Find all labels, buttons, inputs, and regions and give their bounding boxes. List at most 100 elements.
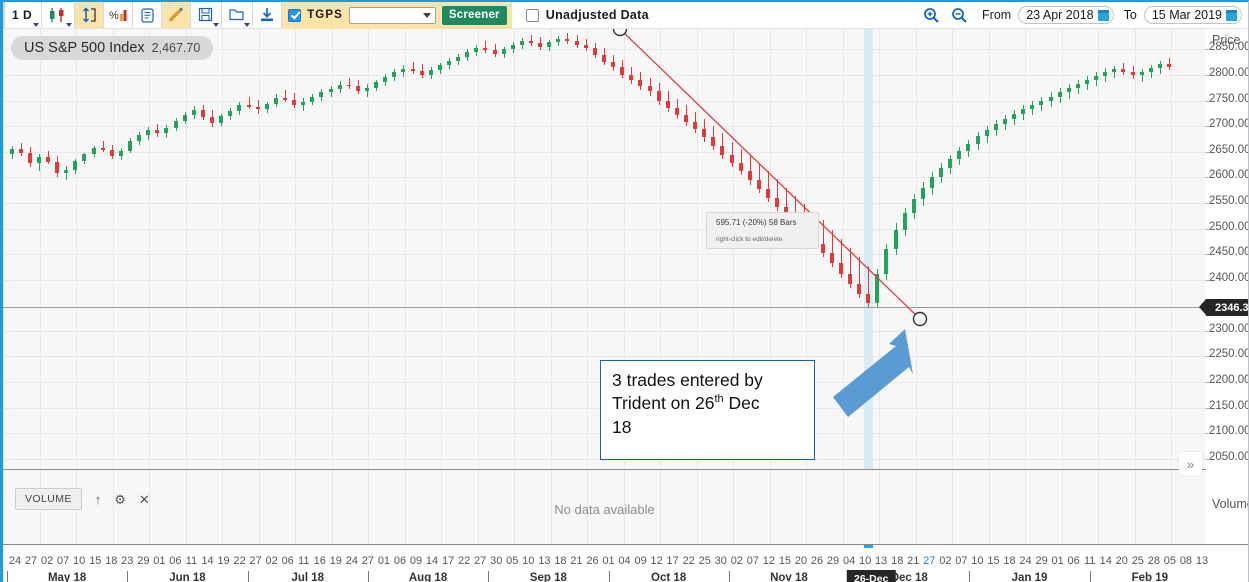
candle-body	[110, 150, 114, 157]
candle-body	[575, 40, 579, 46]
chart-type-selector[interactable]	[41, 2, 76, 28]
volume-tag[interactable]: VOLUME	[15, 488, 82, 510]
time-axis-separator	[728, 571, 730, 582]
volume-axis: Volume	[1206, 469, 1248, 544]
folder-open-icon	[229, 9, 244, 21]
close-icon[interactable]: ✕	[139, 493, 150, 506]
price-axis-tick-mark	[1206, 49, 1210, 51]
time-axis-day: 13	[1195, 555, 1209, 567]
chevron-down-icon	[213, 23, 220, 27]
time-axis-day: 24	[1019, 555, 1032, 567]
candle-body	[629, 75, 633, 81]
candle-body	[1112, 68, 1116, 72]
price-axis[interactable]: Price 2850.00 2800.00 2750.00 2700.00 2650.0…	[1199, 29, 1249, 469]
candle-body	[529, 41, 533, 44]
date-to-label: To	[1123, 8, 1137, 22]
candle-body	[55, 161, 59, 174]
candle-body	[720, 145, 724, 155]
floppy-save-icon	[199, 7, 213, 22]
candle-body	[884, 249, 888, 274]
candle-body	[1058, 92, 1062, 97]
tgps-checkbox[interactable]	[288, 8, 302, 22]
price-plot[interactable]: US S&P 500 Index 2,467.70 595.71 (-20%) …	[3, 29, 1206, 469]
screener-button[interactable]: Screener	[441, 5, 507, 25]
candle-body	[1131, 71, 1135, 76]
candle-body	[201, 110, 205, 117]
price-axis-tick-mark	[1206, 279, 1210, 281]
candle-wick	[349, 78, 350, 90]
candle-body	[766, 188, 770, 198]
time-axis-day: 22	[233, 555, 246, 567]
time-axis-day: 13	[538, 555, 551, 567]
measurement-tooltip[interactable]: 595.71 (-20%) 58 Bars right-click to edi…	[706, 212, 819, 249]
time-axis-separator	[1089, 571, 1091, 582]
calendar-icon[interactable]	[1097, 9, 1109, 21]
chart-title-pill[interactable]: US S&P 500 Index 2,467.70	[11, 36, 214, 60]
candle-body	[875, 273, 879, 304]
candle-body	[1021, 108, 1025, 114]
time-axis[interactable]: 24 27 02 07 10 15 18 23 29 01 06 11 14 19 22 27 02 06 11 16…	[3, 544, 1248, 582]
chevron-down-icon	[422, 12, 431, 18]
price-axis-tick-mark	[1206, 254, 1210, 256]
annotation-line3: 18	[612, 416, 632, 437]
date-to-field[interactable]: 15 Mar 2019	[1143, 6, 1242, 24]
candle-body	[356, 86, 360, 91]
time-axis-day: 14	[1099, 555, 1112, 567]
candle-body	[702, 129, 706, 138]
candle-body	[985, 130, 989, 137]
date-from-field[interactable]: 23 Apr 2018	[1018, 6, 1114, 24]
time-axis-day: 08	[1179, 555, 1193, 567]
time-axis-separator	[247, 571, 249, 582]
candle-wick	[249, 97, 250, 110]
percent-scale-button[interactable]: %	[103, 2, 134, 28]
price-axis-tick: 2750.00	[1209, 92, 1249, 105]
time-axis-day: 07	[746, 555, 759, 567]
candle-body	[511, 44, 515, 49]
candle-body	[611, 61, 615, 67]
time-axis-day: 27	[923, 555, 936, 567]
unadjusted-data-checkbox[interactable]	[525, 8, 539, 22]
time-axis-day: 11	[185, 555, 198, 567]
candle-body	[82, 154, 86, 161]
zoom-out-button[interactable]	[946, 3, 972, 27]
scale-settings-button[interactable]	[74, 2, 105, 28]
candle-body	[1085, 80, 1089, 85]
candle-body	[301, 101, 305, 105]
candle-body	[857, 283, 861, 294]
time-axis-day: 02	[265, 555, 278, 567]
open-button[interactable]	[221, 2, 254, 28]
toolbar-right-group: From 23 Apr 2018 To 15 Mar 2019	[918, 2, 1248, 29]
volume-panel[interactable]: VOLUME ↑ ⚙ ✕ No data available	[3, 469, 1206, 544]
time-axis-day: 02	[40, 555, 54, 567]
candle-body	[757, 180, 761, 189]
expand-right-button[interactable]: »	[1179, 452, 1202, 475]
tgps-dropdown[interactable]	[348, 6, 436, 24]
download-button[interactable]	[252, 2, 283, 28]
candle-body	[192, 110, 196, 115]
candle-body	[638, 80, 642, 86]
time-axis-separator	[7, 571, 8, 582]
candle-body	[283, 97, 287, 100]
candle-body	[1121, 68, 1125, 72]
draw-tool-button[interactable]	[161, 2, 192, 28]
zoom-in-button[interactable]	[918, 3, 944, 27]
svg-text:%: %	[109, 10, 119, 22]
annotation-callout[interactable]: 3 trades entered by Trident on 26th Dec …	[600, 360, 815, 460]
candle-body	[620, 66, 624, 76]
save-button[interactable]	[190, 2, 223, 28]
candle-body	[957, 150, 961, 159]
time-axis-day: 20	[1115, 555, 1128, 567]
move-up-icon[interactable]: ↑	[95, 493, 102, 506]
timeframe-selector[interactable]: 1 D	[4, 2, 43, 28]
price-axis-tick-mark	[1206, 228, 1210, 230]
gear-icon[interactable]: ⚙	[114, 493, 126, 506]
calendar-icon[interactable]	[1226, 9, 1237, 21]
candle-body	[347, 84, 351, 87]
candle-body	[483, 48, 487, 51]
time-axis-day: 24	[345, 555, 358, 567]
volume-axis-title: Volume	[1212, 497, 1248, 511]
price-axis-tick: 2150.00	[1209, 399, 1249, 412]
candle-body	[1067, 88, 1071, 93]
candle-wick	[285, 90, 286, 102]
notes-button[interactable]	[132, 2, 163, 28]
